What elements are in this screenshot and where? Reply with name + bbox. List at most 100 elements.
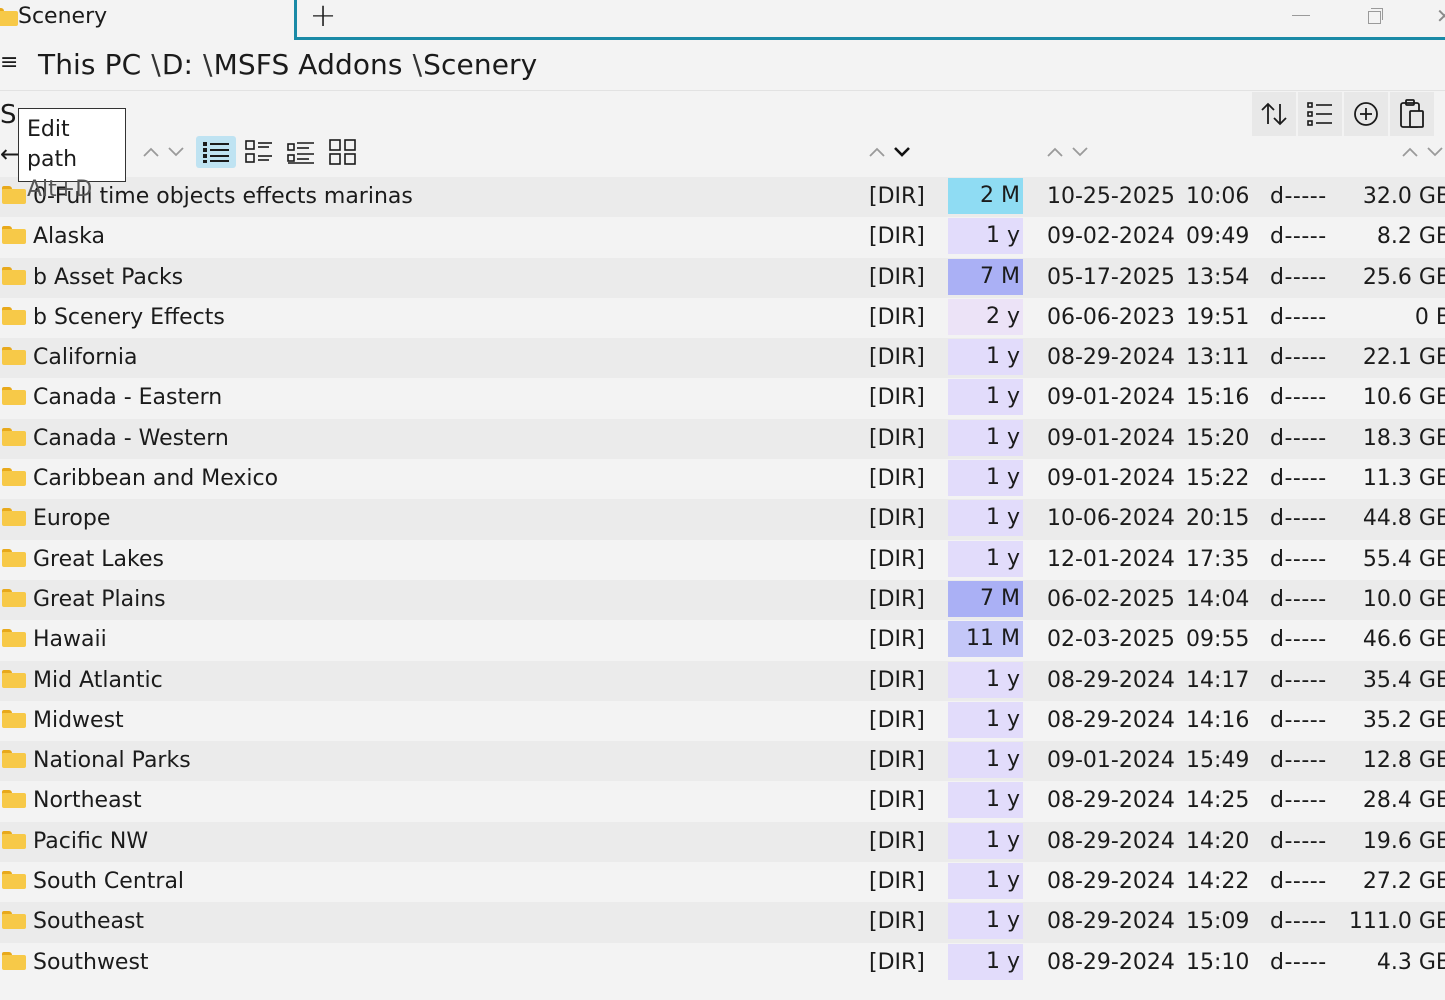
view-tiles-button[interactable] [239,136,279,168]
table-row[interactable]: National Parks [DIR] 1 y 09-01-2024 15:49 d--… [0,741,1445,782]
menu-icon[interactable]: ≡ [0,52,18,74]
file-name[interactable]: Northeast [33,781,142,821]
table-row[interactable]: Canada - Eastern [DIR] 1 y 09-01-2024 15:16 d… [0,378,1445,418]
attributes: d----- [1270,546,1327,572]
tab-strip-highlight [294,0,1445,40]
table-row[interactable]: Mid Atlantic [DIR] 1 y 08-29-2024 14:17 d----… [0,660,1445,701]
table-row[interactable]: Canada - Western [DIR] 1 y 09-01-2024 15:20 d… [0,418,1445,460]
table-row[interactable]: South Central [DIR] 1 y 08-29-2024 14:22 d---… [0,862,1445,902]
file-type: [DIR] [869,627,925,653]
folder-icon [2,226,26,245]
minimize-icon[interactable] [1292,6,1312,26]
sort-down-icon[interactable] [168,146,184,158]
modified-date: 12-01-2024 [1047,546,1175,572]
table-row[interactable]: Midwest [DIR] 1 y 08-29-2024 14:16 d----- 35.2… [0,701,1445,741]
new-item-button[interactable] [1344,92,1388,136]
file-size: 12.8 GB [1341,741,1445,781]
modified-time: 15:49 [1186,748,1250,774]
file-name[interactable]: Mid Atlantic [33,661,163,701]
sort-up-icon[interactable] [1402,146,1418,158]
table-row[interactable]: Pacific NW [DIR] 1 y 08-29-2024 14:20 d----- 1… [0,821,1445,863]
file-name[interactable]: b Scenery Effects [33,298,225,338]
file-name[interactable]: Midwest [33,701,124,741]
file-name[interactable]: Caribbean and Mexico [33,459,278,499]
sort-up-icon[interactable] [869,146,885,158]
sort-down-icon[interactable] [1072,146,1088,158]
file-size-text: 25.6 GB [1362,264,1445,290]
age-badge: 1 y [948,379,1023,416]
new-tab-button[interactable]: + [298,0,348,40]
folder-icon [0,8,18,27]
file-name[interactable]: California [33,338,137,378]
table-row[interactable]: Northeast [DIR] 1 y 08-29-2024 14:25 d----- 28… [0,781,1445,821]
sort-button[interactable] [1252,92,1296,136]
file-name[interactable]: Southeast [33,902,144,942]
paste-button[interactable] [1390,92,1434,136]
file-name[interactable]: b Asset Packs [33,258,183,298]
modified-date: 08-29-2024 [1047,788,1175,814]
view-large-icons-button[interactable] [323,136,363,168]
table-row[interactable]: Great Lakes [DIR] 1 y 12-01-2024 17:35 d-----… [0,540,1445,580]
modified-date: 08-29-2024 [1047,949,1175,975]
folder-icon [2,306,26,326]
tab-scenery[interactable]: Scenery [0,0,294,40]
breadcrumb-this-pc[interactable]: This PC [38,48,141,81]
table-row[interactable]: Europe [DIR] 1 y 10-06-2024 20:15 d----- 44.8 … [0,499,1445,540]
file-name[interactable]: National Parks [33,741,191,781]
close-icon[interactable]: ✕ [1436,4,1445,28]
file-name[interactable]: Hawaii [33,620,107,660]
age-badge: 1 y [948,460,1023,497]
table-row[interactable]: b Scenery Effects [DIR] 2 y 06-06-2023 19:51… [0,298,1445,338]
file-type: [DIR] [869,707,925,733]
table-row[interactable]: Great Plains [DIR] 7 M 06-02-2025 14:04 d----… [0,579,1445,621]
table-row[interactable]: 0-Full time objects effects marinas [DIR]… [0,177,1445,218]
file-name[interactable]: Southwest [33,943,149,983]
file-name[interactable]: Europe [33,499,110,539]
breadcrumb-scenery[interactable]: Scenery [423,48,537,81]
folder-icon [2,911,26,930]
file-size-text: 111.0 GB [1348,909,1445,935]
folder-icon [2,427,26,447]
modified-time: 09:49 [1186,224,1250,250]
table-row[interactable]: Alaska [DIR] 1 y 09-02-2024 09:49 d----- 8.2 G… [0,217,1445,257]
breadcrumb[interactable]: This PC \D: \MSFS Addons \Scenery [38,48,537,81]
breadcrumb-msfs-addons[interactable]: MSFS Addons [214,48,403,81]
file-name[interactable]: Canada - Eastern [33,378,222,418]
modified-time: 14:04 [1186,586,1250,612]
table-row[interactable]: Caribbean and Mexico [DIR] 1 y 09-01-2024 15… [0,459,1445,499]
modified-time: 10:06 [1186,184,1250,209]
file-name[interactable]: Great Lakes [33,540,164,580]
folder-icon [2,629,26,648]
columns-button[interactable] [1298,92,1342,136]
folder-icon [2,588,26,608]
sort-up-icon[interactable] [1047,146,1063,158]
file-name[interactable]: Pacific NW [33,822,148,862]
view-content-button[interactable] [281,136,321,168]
file-size-text: 18.3 GB [1362,425,1445,451]
file-type: [DIR] [869,264,925,290]
sort-down-icon[interactable] [1427,146,1443,158]
table-row[interactable]: b Asset Packs [DIR] 7 M 05-17-2025 13:54 d---… [0,257,1445,298]
file-name[interactable]: South Central [33,862,184,902]
modified-time: 15:16 [1186,385,1250,411]
file-size-text: 11.3 GB [1362,466,1445,492]
view-details-button[interactable] [196,136,236,168]
table-row[interactable]: Hawaii [DIR] 11 M 02-03-2025 09:55 d----- 46.6… [0,620,1445,660]
file-name[interactable]: Canada - Western [33,419,229,459]
file-size: 35.4 GB [1341,661,1445,701]
file-type: [DIR] [869,385,925,411]
file-size-text: 27.2 GB [1362,869,1445,895]
file-name[interactable]: Great Plains [33,580,166,620]
sort-down-active-icon[interactable] [894,146,910,158]
restore-icon[interactable] [1366,6,1386,26]
file-type: [DIR] [869,748,925,774]
sort-up-icon[interactable] [143,146,159,158]
file-size: 28.4 GB [1341,781,1445,821]
file-name[interactable]: Alaska [33,217,105,257]
table-row[interactable]: California [DIR] 1 y 08-29-2024 13:11 d----- 2… [0,338,1445,379]
file-type: [DIR] [869,304,925,330]
file-size-text: 35.4 GB [1362,667,1445,693]
table-row[interactable]: Southeast [DIR] 1 y 08-29-2024 15:09 d----- 11… [0,902,1445,943]
table-row[interactable]: Southwest [DIR] 1 y 08-29-2024 15:10 d----- 4.… [0,943,1445,983]
breadcrumb-drive[interactable]: D: [162,48,193,81]
